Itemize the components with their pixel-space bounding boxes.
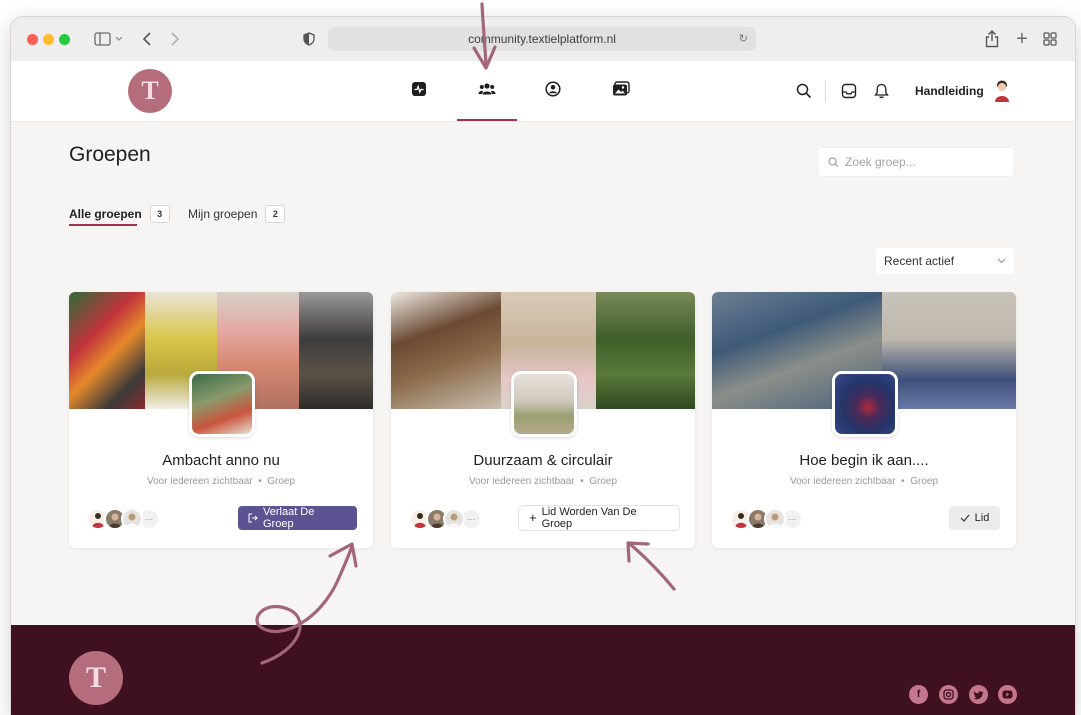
tab-label: Alle groepen bbox=[69, 207, 142, 221]
reload-icon[interactable]: ↻ bbox=[739, 27, 748, 51]
group-card[interactable]: Ambacht anno nu Voor iedereen zichtbaar … bbox=[69, 292, 373, 548]
privacy-shield-icon[interactable] bbox=[301, 29, 317, 49]
group-visibility: Voor iedereen zichtbaar bbox=[789, 476, 896, 487]
tab-label: Mijn groepen bbox=[188, 207, 258, 221]
browser-window: community.textielplatform.nl ↻ + T Handl… bbox=[11, 17, 1075, 715]
manual-link[interactable]: Handleiding bbox=[915, 84, 984, 98]
tab-all-groups[interactable]: Alle groepen 3 bbox=[69, 205, 170, 223]
active-tab-indicator bbox=[69, 224, 137, 226]
nav-tab-photos[interactable] bbox=[591, 61, 651, 121]
tab-overview-icon[interactable] bbox=[1041, 29, 1059, 49]
activity-icon bbox=[411, 81, 427, 102]
page-title: Groepen bbox=[69, 143, 151, 166]
group-visibility: Voor iedereen zichtbaar bbox=[146, 476, 253, 487]
twitter-icon[interactable] bbox=[969, 685, 988, 704]
nav-tab-activity[interactable] bbox=[389, 61, 449, 121]
new-tab-icon[interactable]: + bbox=[1013, 28, 1031, 50]
address-bar[interactable]: community.textielplatform.nl ↻ bbox=[328, 27, 756, 51]
avatar bbox=[764, 508, 786, 530]
instagram-icon[interactable] bbox=[939, 685, 958, 704]
search-placeholder: Zoek groep... bbox=[845, 155, 916, 169]
groups-icon bbox=[478, 82, 496, 101]
zoom-window-button[interactable] bbox=[59, 34, 70, 45]
profile-icon bbox=[545, 80, 561, 102]
member-status-button[interactable]: Lid bbox=[949, 506, 1000, 530]
tab-my-groups[interactable]: Mijn groepen 2 bbox=[188, 205, 286, 223]
photos-icon bbox=[612, 80, 630, 102]
tab-count: 2 bbox=[265, 205, 286, 223]
notifications-bell-icon[interactable] bbox=[871, 81, 891, 101]
group-type: Groep bbox=[910, 476, 939, 487]
header-divider bbox=[825, 80, 826, 102]
avatar bbox=[443, 508, 465, 530]
group-title[interactable]: Ambacht anno nu bbox=[69, 452, 373, 469]
member-avatars[interactable]: … bbox=[730, 508, 803, 530]
browser-toolbar: community.textielplatform.nl ↻ + bbox=[11, 17, 1075, 62]
search-icon bbox=[828, 156, 839, 168]
leave-icon bbox=[248, 513, 258, 523]
member-avatars[interactable]: … bbox=[409, 508, 482, 530]
site-logo[interactable]: T bbox=[128, 69, 172, 113]
youtube-icon[interactable] bbox=[998, 685, 1017, 704]
group-search-input[interactable]: Zoek groep... bbox=[818, 148, 1014, 176]
avatar bbox=[121, 508, 143, 530]
chevron-down-icon bbox=[997, 258, 1006, 264]
group-title[interactable]: Duurzaam & circulair bbox=[391, 452, 695, 469]
sort-dropdown[interactable]: Recent actief bbox=[876, 248, 1014, 274]
group-card[interactable]: Hoe begin ik aan.... Voor iedereen zicht… bbox=[712, 292, 1016, 548]
site-header: T Handleiding bbox=[11, 61, 1075, 122]
minimize-window-button[interactable] bbox=[43, 34, 54, 45]
inbox-icon[interactable] bbox=[839, 81, 859, 101]
facebook-icon[interactable]: f bbox=[909, 685, 928, 704]
sidebar-icon[interactable] bbox=[89, 29, 129, 49]
group-visibility: Voor iedereen zichtbaar bbox=[468, 476, 575, 487]
back-icon[interactable] bbox=[139, 29, 155, 49]
group-title[interactable]: Hoe begin ik aan.... bbox=[712, 452, 1016, 469]
member-avatars[interactable]: … bbox=[87, 508, 160, 530]
search-icon[interactable] bbox=[794, 81, 814, 101]
tab-count: 3 bbox=[149, 205, 170, 223]
group-meta: Voor iedereen zichtbaar • Groep bbox=[146, 476, 296, 487]
leave-group-button[interactable]: Verlaat De Groep bbox=[238, 506, 357, 530]
join-group-button[interactable]: + Lid Worden Van De Groep bbox=[519, 506, 679, 530]
group-card[interactable]: Duurzaam & circulair Voor iedereen zicht… bbox=[391, 292, 695, 548]
share-icon[interactable] bbox=[983, 29, 1001, 49]
logo-letter: T bbox=[85, 661, 106, 694]
button-label: Lid bbox=[974, 512, 990, 524]
check-icon bbox=[960, 514, 970, 522]
button-label: Lid Worden Van De Groep bbox=[541, 506, 637, 530]
footer-logo[interactable]: T bbox=[69, 651, 123, 705]
group-avatar bbox=[832, 371, 898, 437]
nav-tab-profile[interactable] bbox=[523, 61, 583, 121]
group-type: Groep bbox=[589, 476, 618, 487]
forward-icon[interactable] bbox=[167, 29, 183, 49]
logo-letter: T bbox=[141, 76, 159, 105]
url-text: community.textielplatform.nl bbox=[468, 32, 616, 46]
plus-icon: + bbox=[529, 510, 537, 525]
button-label: Verlaat De Groep bbox=[263, 506, 315, 530]
sort-selected-value: Recent actief bbox=[884, 254, 955, 268]
group-meta: Voor iedereen zichtbaar • Groep bbox=[468, 476, 618, 487]
close-window-button[interactable] bbox=[27, 34, 38, 45]
group-type: Groep bbox=[267, 476, 296, 487]
nav-tab-groups[interactable] bbox=[457, 61, 517, 121]
group-meta: Voor iedereen zichtbaar • Groep bbox=[789, 476, 939, 487]
group-avatar bbox=[189, 371, 255, 437]
group-avatar bbox=[511, 371, 577, 437]
user-avatar[interactable] bbox=[991, 78, 1013, 104]
